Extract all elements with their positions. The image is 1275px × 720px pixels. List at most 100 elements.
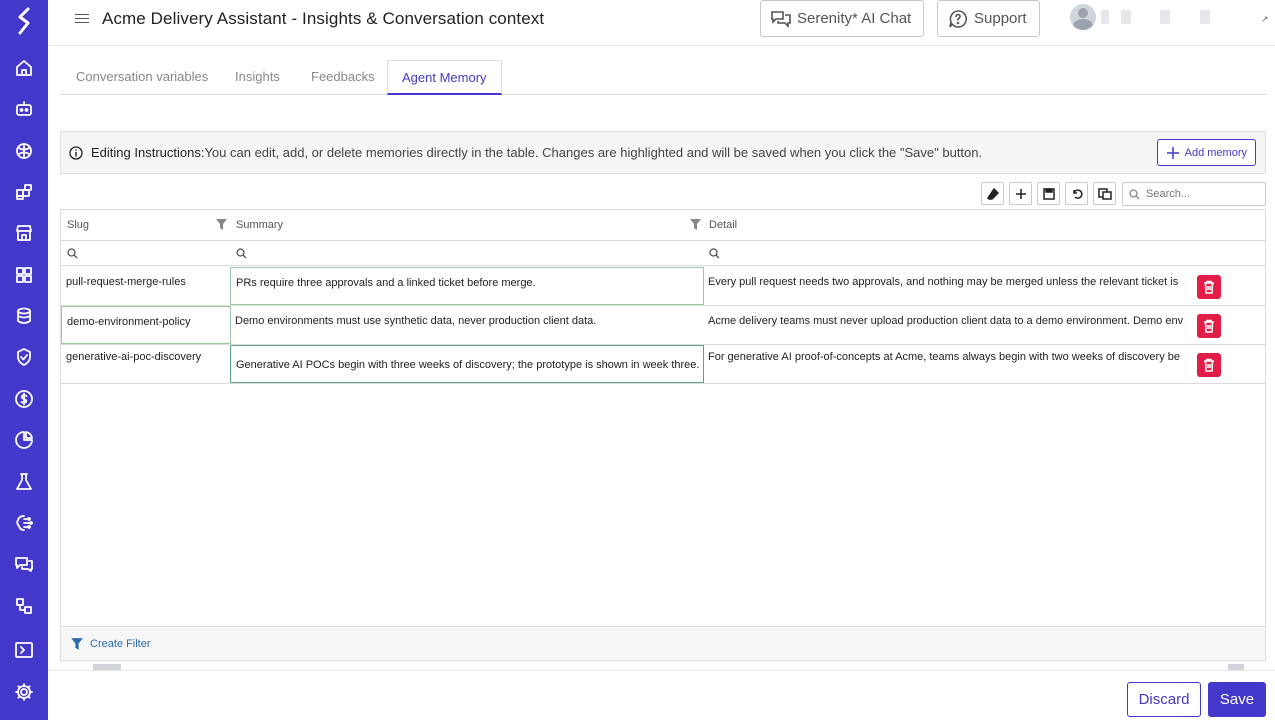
table-row: pull-request-merge-rules PRs require thr…: [61, 267, 1265, 306]
summary-filter-cell[interactable]: [230, 241, 705, 266]
summary-cell[interactable]: Generative AI POCs begin with three week…: [230, 345, 704, 383]
help-bubble-icon: [949, 9, 967, 28]
flask-icon[interactable]: [0, 466, 48, 498]
filter-icon: [71, 637, 83, 650]
app-logo[interactable]: [11, 6, 37, 36]
grid-filter-row: [61, 241, 1265, 266]
column-header-summary[interactable]: Summary: [230, 210, 705, 241]
plus-icon: [1015, 188, 1026, 199]
slug-cell[interactable]: demo-environment-policy: [61, 306, 231, 344]
ai-chat-button[interactable]: Serenity* AI Chat: [760, 0, 924, 37]
shield-check-icon[interactable]: [0, 341, 48, 373]
column-header-slug[interactable]: Slug: [61, 210, 231, 241]
filter-icon[interactable]: [215, 218, 228, 231]
expand-arrow-icon[interactable]: ↗: [1261, 14, 1269, 25]
column-header-label: Detail: [709, 219, 738, 231]
instructions-heading: Editing Instructions:: [91, 145, 205, 160]
detail-filter-cell[interactable]: [703, 241, 1263, 266]
instructions-body: You can edit, add, or delete memories di…: [204, 145, 983, 160]
eraser-icon: [986, 187, 999, 200]
chat-icon[interactable]: [0, 548, 48, 580]
create-filter-label: Create Filter: [90, 637, 151, 650]
dollar-icon[interactable]: [0, 383, 48, 415]
workflow-icon[interactable]: [0, 590, 48, 622]
slug-filter-cell[interactable]: [61, 241, 231, 266]
store-icon[interactable]: [0, 217, 48, 249]
tab-conversation-variables[interactable]: Conversation variables: [76, 60, 208, 94]
add-row-button[interactable]: [1009, 182, 1032, 205]
support-button[interactable]: Support: [937, 0, 1040, 37]
column-header-detail[interactable]: Detail: [703, 210, 1263, 241]
brain-circuit-icon[interactable]: [0, 507, 48, 539]
user-role-placeholder: [1160, 10, 1170, 24]
save-edits-button[interactable]: [1037, 182, 1060, 205]
table-row: demo-environment-policy Demo environment…: [61, 306, 1265, 345]
user-name-placeholder: [1101, 10, 1109, 24]
editing-instructions-bar: Editing Instructions:You can edit, add, …: [60, 131, 1266, 174]
delete-row-button[interactable]: [1197, 275, 1221, 299]
database-icon[interactable]: [0, 300, 48, 332]
ai-chat-label: Serenity* AI Chat: [797, 10, 912, 27]
support-label: Support: [974, 10, 1027, 27]
tab-feedbacks[interactable]: Feedbacks: [311, 60, 375, 94]
brain-icon[interactable]: [0, 135, 48, 167]
column-header-label: Slug: [67, 219, 90, 231]
grid-search-input[interactable]: [1144, 187, 1254, 201]
settings-icon[interactable]: [0, 676, 48, 708]
save-button[interactable]: Save: [1208, 682, 1266, 717]
chat-bubbles-icon: [771, 10, 791, 28]
grid-search-box[interactable]: [1122, 182, 1266, 206]
search-icon: [709, 248, 720, 259]
discard-button[interactable]: Discard: [1127, 682, 1201, 717]
sidebar: [0, 0, 48, 720]
memory-grid: Slug Summary Detail pull-request-merge-r…: [60, 209, 1266, 661]
user-avatar[interactable]: [1070, 4, 1096, 30]
terminal-icon[interactable]: [0, 634, 48, 666]
column-header-label: Summary: [236, 219, 284, 231]
search-icon: [236, 248, 247, 259]
search-icon: [67, 248, 78, 259]
page-title: Acme Delivery Assistant - Insights & Con…: [102, 9, 545, 28]
detail-cell[interactable]: Every pull request needs two approvals, …: [703, 267, 1193, 305]
info-icon: [69, 145, 83, 160]
search-icon: [1129, 188, 1140, 199]
column-chooser-icon: [1097, 187, 1112, 200]
filter-icon[interactable]: [689, 218, 702, 231]
undo-button[interactable]: [1065, 182, 1088, 205]
user-role-placeholder: [1200, 10, 1210, 24]
tab-bar: Conversation variables Insights Feedback…: [60, 60, 1267, 95]
column-chooser-button[interactable]: [1093, 182, 1116, 205]
puzzle-icon[interactable]: [0, 176, 48, 208]
apps-icon[interactable]: [0, 259, 48, 291]
trash-icon: [1204, 319, 1214, 333]
grid-header-row: Slug Summary Detail: [61, 210, 1265, 241]
detail-cell[interactable]: For generative AI proof-of-concepts at A…: [703, 345, 1193, 383]
summary-cell[interactable]: PRs require three approvals and a linked…: [230, 267, 704, 305]
bot-icon[interactable]: [0, 93, 48, 125]
delete-row-button[interactable]: [1197, 314, 1221, 338]
top-header: Acme Delivery Assistant - Insights & Con…: [48, 0, 1275, 46]
instructions-text: Editing Instructions:You can edit, add, …: [91, 145, 982, 160]
tab-agent-memory[interactable]: Agent Memory: [387, 60, 502, 95]
create-filter-link[interactable]: Create Filter: [61, 626, 1265, 660]
trash-icon: [1204, 358, 1214, 372]
pie-chart-icon[interactable]: [0, 424, 48, 456]
home-icon[interactable]: [0, 52, 48, 84]
add-memory-button[interactable]: Add memory: [1156, 139, 1256, 166]
summary-cell[interactable]: Demo environments must use synthetic dat…: [230, 306, 704, 344]
hamburger-menu-icon[interactable]: [75, 11, 89, 25]
table-row: generative-ai-poc-discovery Generative A…: [61, 345, 1265, 384]
slug-cell[interactable]: pull-request-merge-rules: [61, 267, 231, 305]
tab-insights[interactable]: Insights: [235, 60, 280, 94]
action-bar: Discard Save: [48, 670, 1275, 720]
plus-icon: [1166, 146, 1179, 159]
delete-row-button[interactable]: [1197, 353, 1221, 377]
floppy-disk-icon: [1042, 187, 1055, 200]
detail-cell[interactable]: Acme delivery teams must never upload pr…: [703, 306, 1193, 344]
add-memory-label: Add memory: [1184, 146, 1247, 159]
user-name-placeholder: [1121, 10, 1131, 24]
undo-icon: [1072, 188, 1083, 199]
clear-filters-button[interactable]: [981, 182, 1004, 205]
trash-icon: [1204, 280, 1214, 294]
slug-cell[interactable]: generative-ai-poc-discovery: [61, 345, 231, 383]
